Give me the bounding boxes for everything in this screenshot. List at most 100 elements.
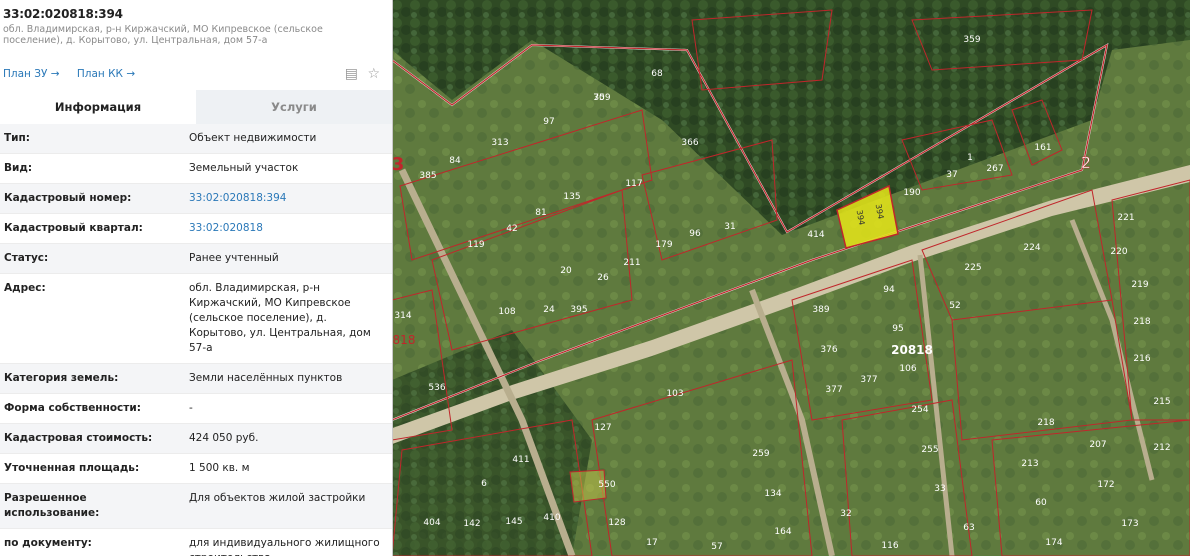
panel-header: 33:02:020818:394 обл. Владимирская, р-н … (0, 0, 392, 46)
parcel-number-label: 60 (1035, 498, 1047, 508)
parcel-number-label: 24 (543, 305, 555, 315)
info-row: Тип: Объект недвижимости (0, 124, 392, 154)
info-row-value: Земельный участок (189, 162, 299, 174)
info-row-value: Земли населённых пунктов (189, 372, 343, 384)
parcel-number-label: 218 (1133, 317, 1150, 327)
cadastral-map[interactable]: 359 359 68 70 97 313 366 84 385 117 135 81 42 119 179 9… (392, 0, 1190, 556)
info-row: Кадастровая стоимость: 424 050 руб. (0, 424, 392, 454)
info-row-key: Уточненная площадь: (4, 462, 140, 474)
parcel-number-label: 52 (949, 301, 960, 311)
parcel-number-label: 96 (689, 229, 701, 239)
plan-zu-link[interactable]: План ЗУ → (3, 68, 60, 80)
parcel-number-label: 207 (1089, 440, 1106, 450)
parcel-number-label: 33 (934, 484, 945, 494)
map-canvas[interactable]: 359359687097313 366843851171358142119 1799… (392, 0, 1190, 556)
info-row-value[interactable]: 33:02:020818 (183, 214, 388, 243)
parcel-number-label: 142 (463, 519, 480, 529)
info-row-key: Адрес: (4, 282, 46, 294)
parcel-number-label: 190 (903, 188, 920, 198)
parcel-number-label: 219 (1131, 280, 1148, 290)
info-panel: 33:02:020818:394 обл. Владимирская, р-н … (0, 0, 393, 556)
parcel-number-label: 95 (892, 324, 903, 334)
parcel-number-label: 410 (543, 513, 560, 523)
edge-label-2: 2 (1081, 153, 1091, 172)
parcel-number-label: 20 (560, 266, 572, 276)
print-icon[interactable]: ▤ (345, 66, 358, 82)
info-row-value: - (189, 402, 193, 414)
parcel-number-label: 212 (1153, 443, 1170, 453)
info-row: Статус: Ранее учтенный (0, 244, 392, 274)
info-row-value[interactable]: 33:02:020818:394 (183, 184, 388, 213)
parcel-number-label: 389 (812, 305, 829, 315)
parcel-number-label: 108 (498, 307, 515, 317)
info-row-value: для индивидуального жилищного строительс… (189, 537, 380, 556)
parcel-number-label: 17 (646, 538, 657, 548)
parcel-number-label: 172 (1097, 480, 1114, 490)
parcel-number-label: 84 (449, 156, 461, 166)
parcel-number-label: 414 (807, 230, 824, 240)
parcel-number-label: 218 (1037, 418, 1054, 428)
info-row-key: Кадастровый номер: (4, 192, 132, 204)
info-row-value: обл. Владимирская, р-н Киржачский, МО Ки… (189, 282, 371, 354)
parcel-number-label: 6 (481, 479, 487, 489)
parcel-number-label: 377 (825, 385, 842, 395)
info-row: Кадастровый квартал: 33:02:020818 (0, 214, 392, 244)
parcel-number-label: 174 (1045, 538, 1062, 548)
info-row-value: 1 500 кв. м (189, 462, 250, 474)
parcel-number-label: 359 (963, 35, 980, 45)
edge-label-818: 818 (393, 333, 416, 347)
parcel-number-label: 117 (625, 179, 642, 189)
parcel-number-label: 42 (506, 224, 517, 234)
parcel-number-label: 376 (820, 345, 837, 355)
info-row: по документу: для индивидуального жилищно… (0, 529, 392, 556)
star-icon[interactable]: ☆ (367, 66, 380, 82)
parcel-number-label: 161 (1034, 143, 1051, 153)
parcel-number-label: 70 (593, 93, 605, 103)
parcel-number-label: 173 (1121, 519, 1138, 529)
parcel-number-label: 536 (428, 383, 445, 393)
info-row-key: Кадастровая стоимость: (4, 432, 153, 444)
parcel-number-label: 221 (1117, 213, 1134, 223)
parcel-number-label: 211 (623, 258, 640, 268)
parcel-number-label: 94 (883, 285, 895, 295)
info-row-key: Тип: (4, 132, 30, 144)
plan-links: План ЗУ → План КК → ▤ ☆ (3, 66, 380, 86)
parcel-number-label: 116 (881, 541, 898, 551)
info-row-key: по документу: (4, 537, 92, 549)
info-row-key: Вид: (4, 162, 33, 174)
info-row: Разрешенное использование: Для объектов ж… (0, 484, 392, 529)
tab-bar: Информация Услуги (0, 90, 392, 124)
parcel-number-label: 215 (1153, 397, 1170, 407)
address-subtitle: обл. Владимирская, р-н Киржачский, МО Ки… (3, 24, 323, 46)
parcel-number-label: 32 (840, 509, 851, 519)
info-row: Адрес: обл. Владимирская, р-н Киржачский,… (0, 274, 392, 364)
parcel-number-label: 135 (563, 192, 580, 202)
info-row: Кадастровый номер: 33:02:020818:394 (0, 184, 392, 214)
info-table: Тип: Объект недвижимости Вид: Земельный уча… (0, 124, 392, 556)
info-row: Категория земель: Земли населённых пункто… (0, 364, 392, 394)
cadastral-number-title: 33:02:020818:394 (3, 7, 123, 21)
parcel-number-label: 550 (598, 480, 615, 490)
info-row: Форма собственности: - (0, 394, 392, 424)
parcel-number-label: 385 (419, 171, 436, 181)
parcel-number-label: 224 (1023, 243, 1040, 253)
quarter-number-label: 20818 (891, 343, 933, 357)
parcel-number-label: 63 (963, 523, 974, 533)
plan-kk-link[interactable]: План КК → (77, 68, 135, 80)
info-row: Уточненная площадь: 1 500 кв. м (0, 454, 392, 484)
parcel-number-label: 103 (666, 389, 683, 399)
parcel-number-label: 68 (651, 69, 663, 79)
parcel-number-label: 366 (681, 138, 698, 148)
tab-services[interactable]: Услуги (196, 90, 392, 124)
parcel-number-label: 220 (1110, 247, 1127, 257)
tab-info[interactable]: Информация (0, 90, 196, 124)
parcel-number-label: 411 (512, 455, 529, 465)
info-row-value: 424 050 руб. (189, 432, 259, 444)
info-row-key: Форма собственности: (4, 402, 141, 414)
info-row: Вид: Земельный участок (0, 154, 392, 184)
parcel-number-label: 255 (921, 445, 938, 455)
info-row-key: Кадастровый квартал: (4, 222, 143, 234)
parcel-number-label: 377 (860, 375, 877, 385)
parcel-number-label: 254 (911, 405, 928, 415)
parcel-number-label: 134 (764, 489, 781, 499)
